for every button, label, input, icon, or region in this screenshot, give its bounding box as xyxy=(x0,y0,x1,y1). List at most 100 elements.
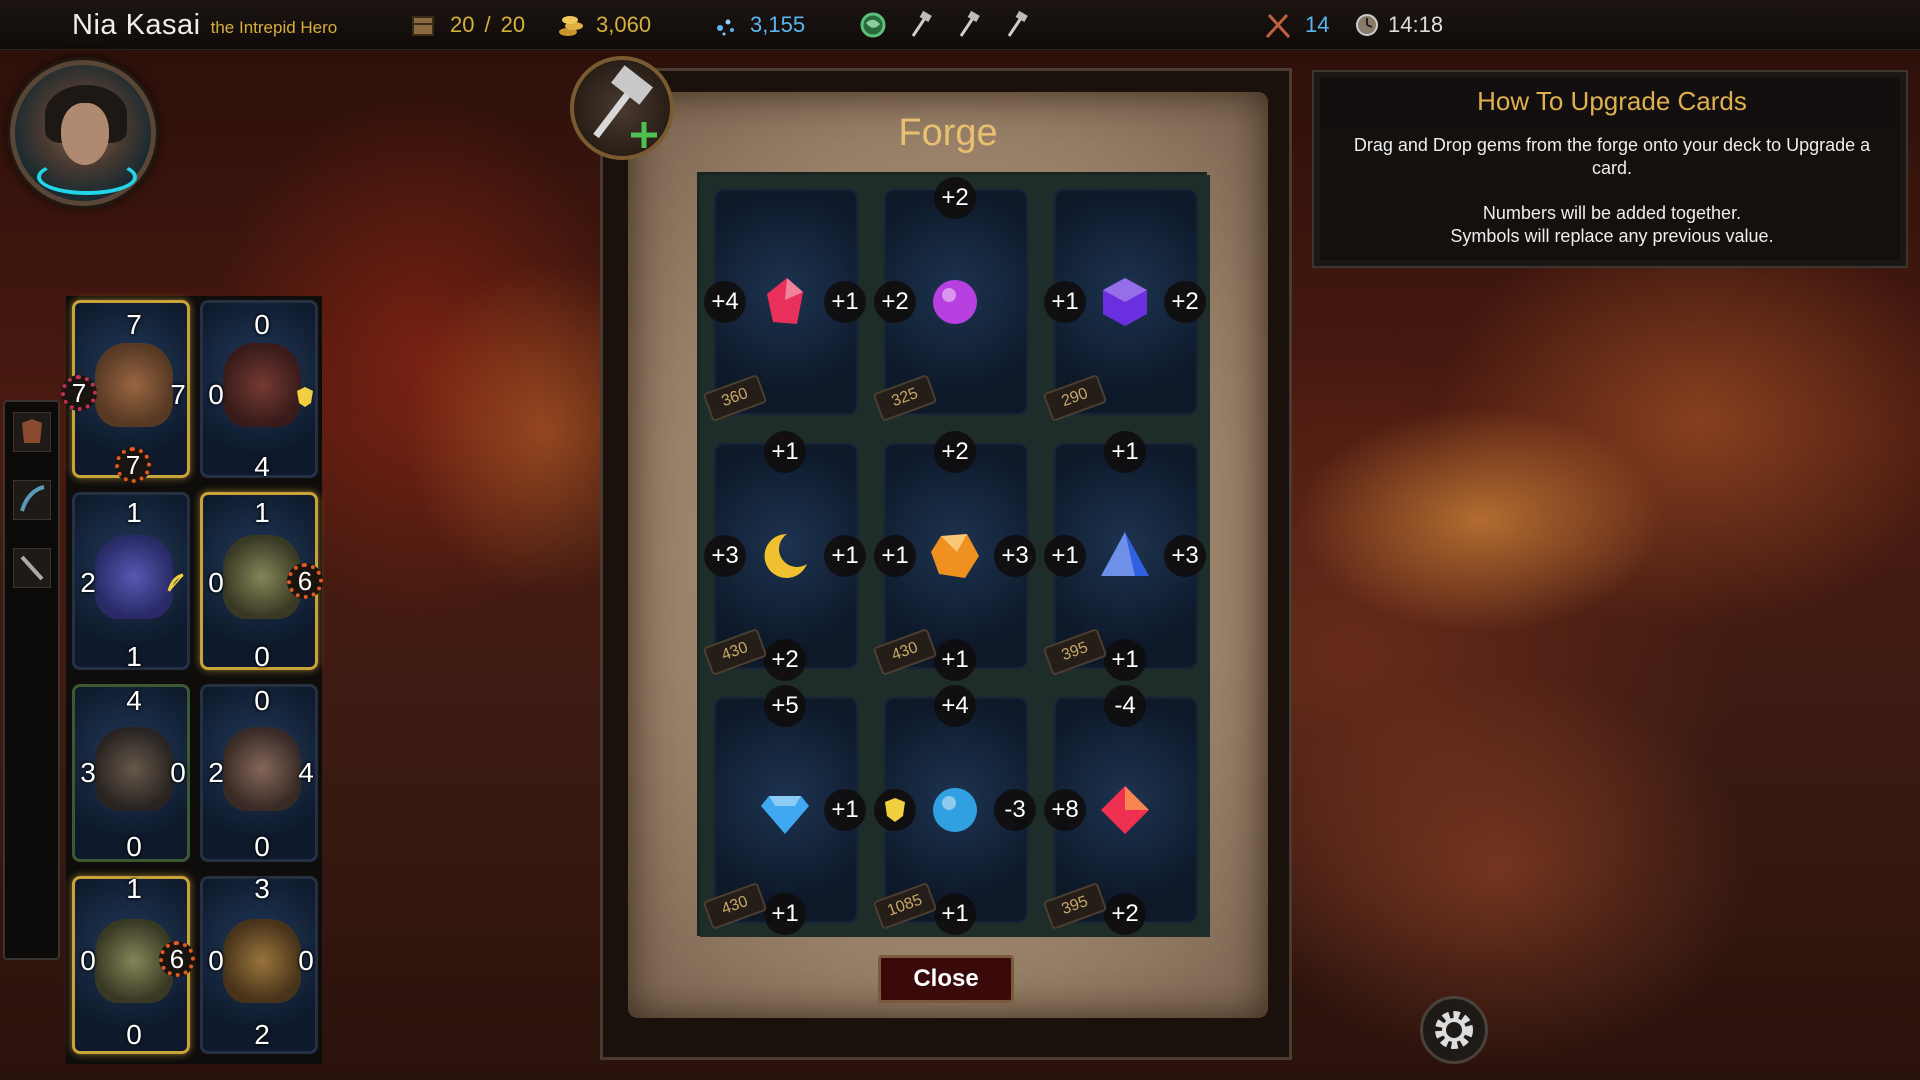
gem-top-value: +1 xyxy=(1104,431,1146,473)
card-right-badge: 6 xyxy=(159,941,195,977)
globe-icon xyxy=(860,12,886,38)
amber-gem-icon[interactable] xyxy=(927,528,983,589)
sapphire-pyramid-gem-icon[interactable] xyxy=(1097,528,1153,589)
card-bottom-value: 0 xyxy=(126,1019,142,1050)
diamond-gem-icon[interactable] xyxy=(757,782,813,843)
gem-right-value: +3 xyxy=(1164,535,1206,577)
hero-collar xyxy=(37,159,137,195)
card-bottom-value: 4 xyxy=(254,451,270,482)
map-button[interactable] xyxy=(858,0,888,50)
gem-left-value: +3 xyxy=(704,535,746,577)
forge-gem-grid: +4 +1 360 +2 +2 325 +1 +2 290 +1 +3 +1 +2 430 +2 +1 +3 +1… xyxy=(697,172,1210,937)
gold-amount: 3,060 xyxy=(596,12,652,37)
forge-gem-slot[interactable]: +4 -3 +1 1085 xyxy=(870,683,1040,937)
deck-card[interactable]: 0 0 4 xyxy=(200,300,318,482)
forge-gem-slot[interactable]: +5 +1 +1 430 xyxy=(700,683,870,937)
deck-card[interactable]: 1 0 6 0 xyxy=(200,492,323,672)
gem-left-value: +1 xyxy=(874,535,916,577)
hammer-token-1[interactable] xyxy=(905,0,935,50)
settings-button[interactable] xyxy=(1420,996,1488,1064)
help-line-1: Drag and Drop gems from the forge onto y… xyxy=(1353,135,1871,178)
sword-tool-button[interactable] xyxy=(13,548,51,588)
gem-bottom-value: +1 xyxy=(934,893,976,935)
rat-creature xyxy=(95,727,173,811)
sparkle-dust-icon xyxy=(717,19,734,36)
deck-card[interactable]: 1 2 1 xyxy=(72,492,190,672)
card-bottom-value: 0 xyxy=(254,831,270,862)
forge-gem-slot[interactable]: -4 +8 +2 395 xyxy=(1040,683,1210,937)
deck-card[interactable]: 3 0 0 2 xyxy=(200,873,318,1054)
gem-bottom-value: +2 xyxy=(764,639,806,681)
card-right-value: 7 xyxy=(170,379,186,410)
card-left-value: 0 xyxy=(208,567,224,598)
deck-separator: / xyxy=(484,12,491,37)
side-toolbar xyxy=(3,400,60,960)
upgrade-help-panel: How To Upgrade Cards Drag and Drop gems … xyxy=(1312,70,1908,268)
forge-gem-slot[interactable]: +2 +2 325 xyxy=(870,175,1040,429)
card-top-value: 3 xyxy=(254,873,270,904)
orb-gem-icon[interactable] xyxy=(927,274,983,335)
forge-title: Forge xyxy=(898,112,998,154)
amethyst-gem-icon[interactable] xyxy=(1097,274,1153,335)
gem-right-value: +1 xyxy=(824,789,866,831)
hammer-token-2[interactable] xyxy=(953,0,983,50)
card-bottom-value: 2 xyxy=(254,1019,270,1050)
gem-top-value: +2 xyxy=(934,177,976,219)
card-bottom-badge: 7 xyxy=(115,447,151,483)
bow-icon xyxy=(20,485,45,512)
help-line-2: Numbers will be added together. xyxy=(1482,203,1742,223)
gold-counter: 3,060 xyxy=(558,0,651,50)
deck-card[interactable]: 4 3 0 0 xyxy=(72,684,190,862)
card-top-value: 0 xyxy=(254,309,270,340)
clock-time: 14:18 xyxy=(1388,12,1444,37)
hammer-token-icon xyxy=(1007,10,1028,37)
gem-top-value: +1 xyxy=(764,431,806,473)
card-right-value: 4 xyxy=(298,757,314,788)
tokens-amount: 14 xyxy=(1305,12,1330,37)
gem-top-value: +2 xyxy=(934,431,976,473)
ruby-shard-gem-icon[interactable] xyxy=(757,274,813,335)
card-left-value: 2 xyxy=(80,567,96,598)
crate-icon xyxy=(412,16,434,36)
gem-left-value: +8 xyxy=(1044,789,1086,831)
gem-right-value: +2 xyxy=(1164,281,1206,323)
forge-gem-slot[interactable]: +2 +1 +3 +1 430 xyxy=(870,429,1040,683)
crossed-axes-icon xyxy=(1265,13,1291,39)
card-top-value: 7 xyxy=(126,309,142,340)
card-top-value: 4 xyxy=(126,685,142,716)
moon-gem-icon[interactable] xyxy=(757,528,813,589)
card-left-value: 2 xyxy=(208,757,224,788)
armor-icon xyxy=(22,419,42,443)
bow-tool-button[interactable] xyxy=(13,480,51,520)
deck-card[interactable]: 0 2 4 0 xyxy=(200,684,318,862)
clock-icon xyxy=(1356,14,1378,36)
tokens-counter: 14 xyxy=(1263,0,1329,50)
hammer-token-3[interactable] xyxy=(1001,0,1031,50)
clock: 14:18 xyxy=(1354,0,1443,50)
gem-top-value: +5 xyxy=(764,685,806,727)
gem-right-value: +1 xyxy=(824,535,866,577)
forge-gem-slot[interactable]: +1 +3 +1 +2 430 xyxy=(700,429,870,683)
card-right-value: 0 xyxy=(170,757,186,788)
swirl-orb-gem-icon[interactable] xyxy=(927,782,983,843)
card-right-value: 0 xyxy=(298,945,314,976)
gem-left-value: +1 xyxy=(1044,281,1086,323)
forge-gem-slot[interactable]: +4 +1 360 xyxy=(700,175,870,429)
card-left-value: 0 xyxy=(208,379,224,410)
forge-gem-slot[interactable]: +1 +1 +3 +1 395 xyxy=(1040,429,1210,683)
close-button[interactable]: Close xyxy=(878,955,1014,1003)
hero-portrait[interactable] xyxy=(10,60,156,206)
hero-header: Nia Kasai the Intrepid Hero xyxy=(72,0,337,50)
gem-bottom-value: +2 xyxy=(1104,893,1146,935)
gem-bottom-value: +1 xyxy=(934,639,976,681)
deck-card[interactable]: 7 7 7 7 xyxy=(61,300,190,483)
deck-count: 20 xyxy=(450,12,475,37)
heart-gem-gem-icon[interactable] xyxy=(1097,782,1153,843)
golem-creature xyxy=(223,343,301,427)
gem-left-value: +2 xyxy=(874,281,916,323)
gold-coins-icon xyxy=(559,16,583,36)
armor-tool-button[interactable] xyxy=(13,412,51,452)
forge-gem-slot[interactable]: +1 +2 290 xyxy=(1040,175,1210,429)
gem-bottom-value: +1 xyxy=(1104,639,1146,681)
deck-card[interactable]: 1 0 6 0 xyxy=(72,873,195,1054)
